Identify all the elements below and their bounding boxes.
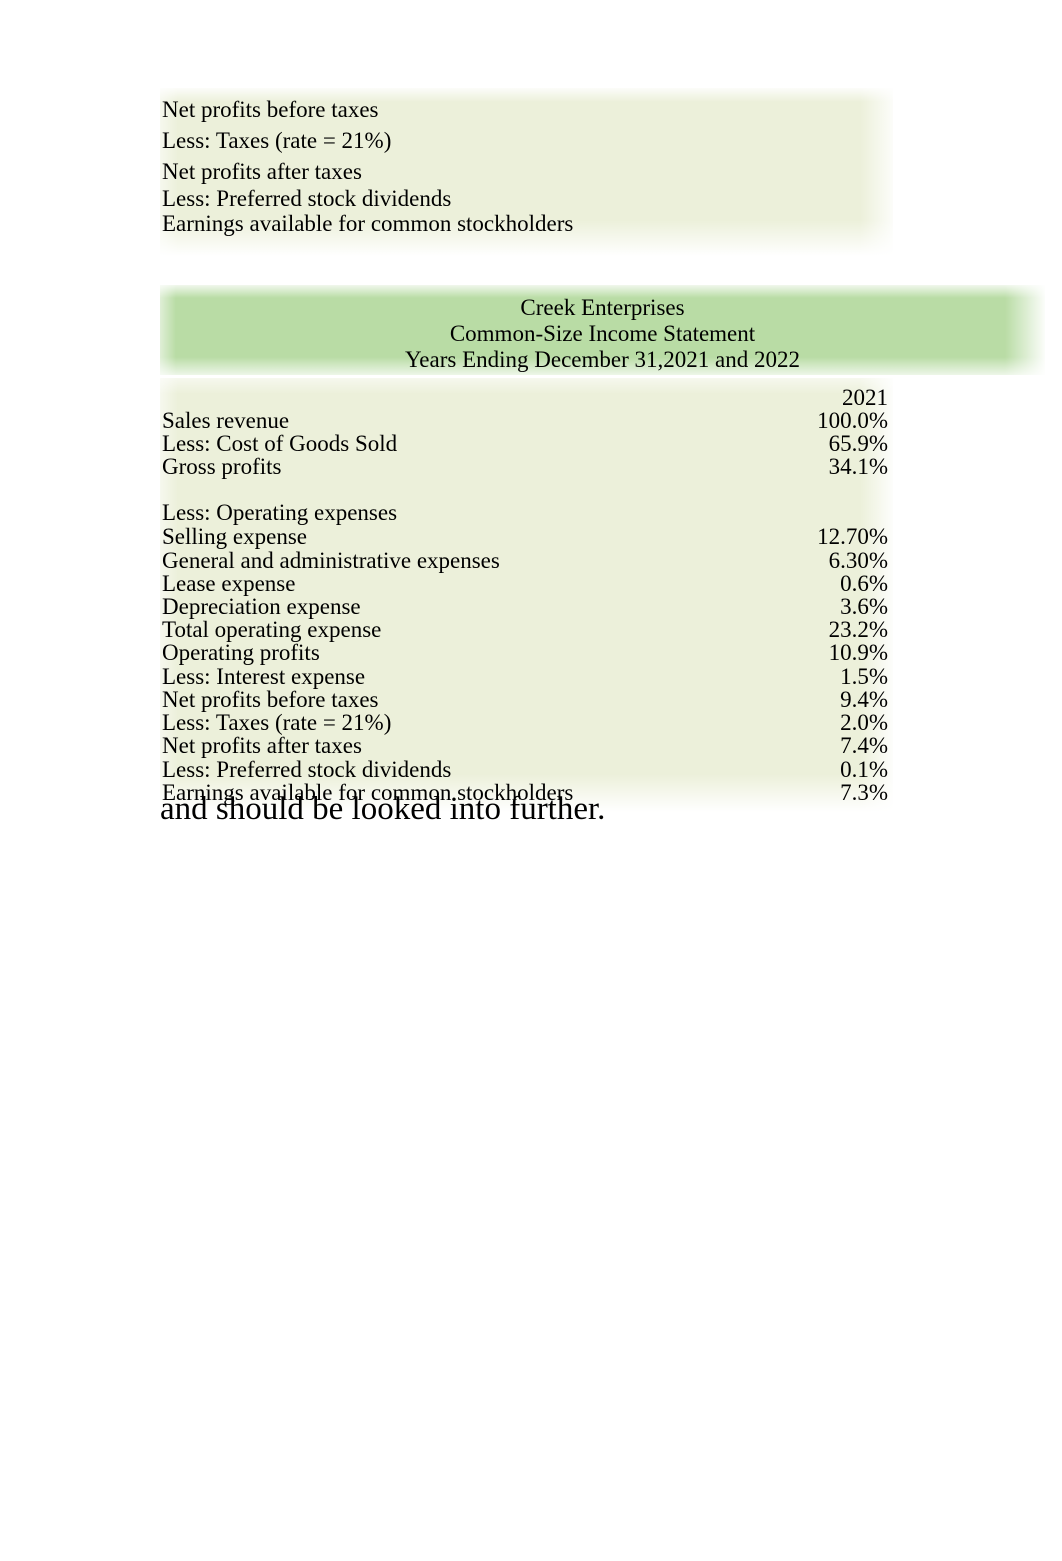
row-label: Less: Cost of Goods Sold [162,431,398,456]
table-row: Lease expense 0.6% [160,572,893,595]
row-label: Operating profits [162,640,320,665]
fragment-row-label: Earnings available for common stockholde… [162,211,574,236]
row-value: 12.70% [817,524,888,549]
row-label: Less: Interest expense [162,664,366,689]
row-value: 10.9% [828,640,888,665]
table-row: Less: Interest expense 1.5% [160,665,893,688]
table-row: Gross profits 34.1% [160,455,893,478]
common-size-statement-body: 2021 Sales revenue 100.0% Less: Cost of … [160,378,893,812]
row-label: Net profits after taxes [162,733,362,758]
table-row: Operating profits 10.9% [160,641,893,664]
row-label: Net profits before taxes [162,687,379,712]
row-value: 0.1% [840,757,888,782]
table-row: Net profits after taxes 7.4% [160,734,893,757]
income-statement-fragment-block: Net profits before taxes Less: Taxes (ra… [160,88,893,256]
row-value: 3.6% [840,594,888,619]
table-row: Less: Taxes (rate = 21%) 2.0% [160,711,893,734]
row-label: General and administrative expenses [162,548,500,573]
table-row-spacer [160,478,893,501]
row-label: Selling expense [162,524,307,549]
fragment-row-label: Net profits before taxes [162,97,379,122]
row-value: 2.0% [840,710,888,735]
table-row: Selling expense 12.70% [160,525,893,548]
row-label: Total operating expense [162,617,382,642]
row-value: 7.4% [840,733,888,758]
row-value: 9.4% [840,687,888,712]
row-value: 7.3% [840,780,888,805]
row-label: Depreciation expense [162,594,361,619]
table-row: General and administrative expenses 6.30… [160,549,893,572]
row-value: 100.0% [817,408,888,433]
row-value: 0.6% [840,571,888,596]
fragment-row-label: Less: Taxes (rate = 21%) [162,128,392,153]
table-row: Less: Cost of Goods Sold 65.9% [160,432,893,455]
row-value: 34.1% [828,454,888,479]
row-value: 65.9% [828,431,888,456]
statement-title-band: Creek Enterprises Common-Size Income Sta… [160,285,1045,375]
table-row: Sales revenue 100.0% [160,409,893,432]
row-value: 1.5% [840,664,888,689]
row-label: Less: Operating expenses [162,500,398,525]
statement-type-title: Common-Size Income Statement [449,321,756,346]
row-label: Sales revenue [162,408,290,433]
statement-company-name: Creek Enterprises [520,295,685,320]
row-value: 23.2% [828,617,888,642]
fragment-row-label: Net profits after taxes [162,159,362,184]
table-row: Total operating expense 23.2% [160,618,893,641]
column-header-2021: 2021 [842,385,888,410]
row-label: Less: Preferred stock dividends [162,757,452,782]
row-label: Gross profits [162,454,282,479]
row-label: Lease expense [162,571,296,596]
fragment-row-label: Less: Preferred stock dividends [162,186,452,211]
table-row: Less: Preferred stock dividends 0.1% [160,758,893,781]
statement-period-title: Years Ending December 31,2021 and 2022 [405,347,800,372]
row-value: 6.30% [828,548,888,573]
row-label: Less: Taxes (rate = 21%) [162,710,392,735]
table-row: Less: Operating expenses [160,501,893,524]
analysis-note-text: and should be looked into further. [160,791,606,827]
table-row: Net profits before taxes 9.4% [160,688,893,711]
table-row: Depreciation expense 3.6% [160,595,893,618]
